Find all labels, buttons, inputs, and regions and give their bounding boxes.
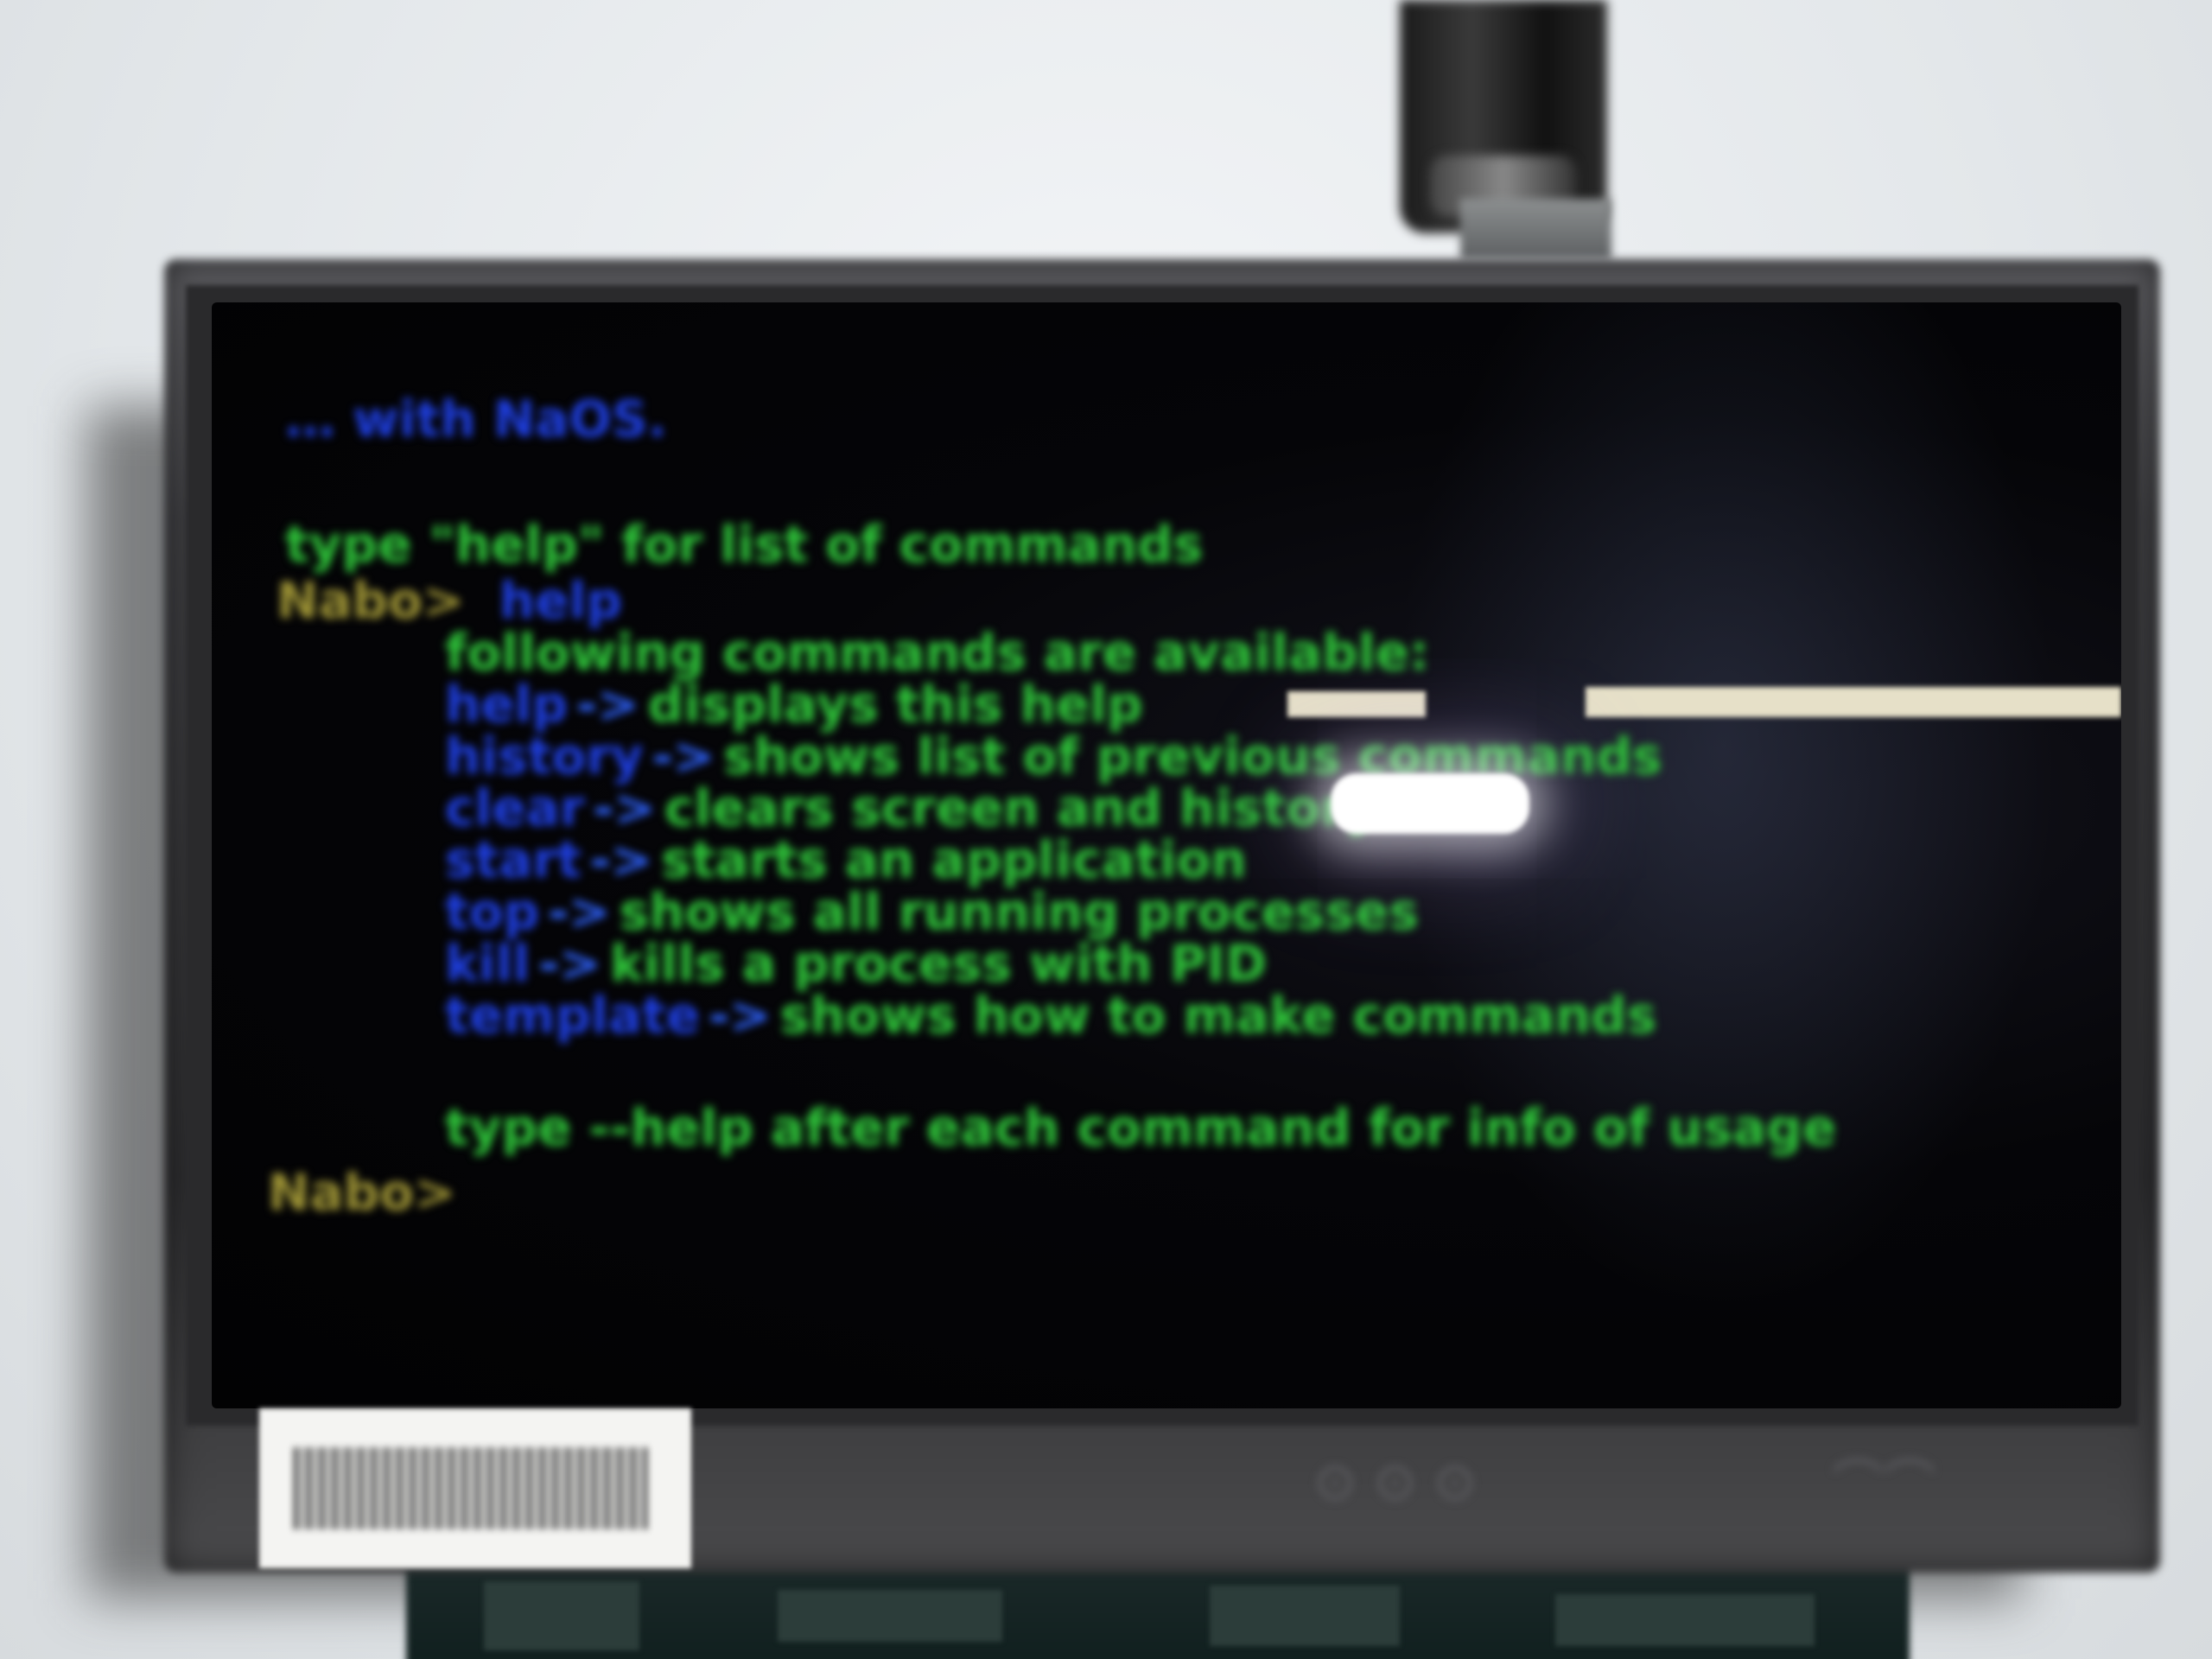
terminal-output: … with NaOS. type "help" for list of com… — [212, 302, 2121, 1408]
command-name: kill — [445, 934, 531, 993]
command-arrow: -> — [589, 830, 653, 889]
command-desc: displays this help — [647, 675, 1143, 734]
glare-reflection — [1287, 691, 1426, 717]
final-prompt: Nabo> — [268, 1163, 456, 1222]
command-name: start — [445, 830, 582, 889]
command-name: top — [445, 882, 540, 941]
pcb-component — [778, 1590, 1002, 1642]
command-row: clear -> clears screen and history — [445, 782, 1378, 834]
command-desc: starts an application — [661, 830, 1247, 889]
command-row: template -> shows how to make commands — [445, 989, 1656, 1041]
barcode-sticker-icon — [294, 1447, 648, 1529]
prompt-label: Nabo> — [276, 571, 465, 630]
command-row: start -> starts an application — [445, 834, 1247, 886]
command-name: template — [445, 986, 701, 1045]
bezel-marking: ⌒⌒ — [1832, 1455, 1936, 1516]
light-glare — [1331, 773, 1529, 834]
command-arrow: -> — [576, 675, 639, 734]
command-arrow: -> — [548, 882, 611, 941]
pcb-component — [484, 1581, 639, 1650]
command-arrow: -> — [538, 934, 601, 993]
typed-command: help — [499, 571, 622, 630]
command-arrow: -> — [709, 986, 772, 1045]
command-arrow: -> — [652, 727, 715, 785]
command-name: clear — [445, 779, 585, 837]
lcd-screen: … with NaOS. type "help" for list of com… — [212, 302, 2121, 1408]
glare-reflection — [1586, 687, 2121, 717]
command-name: help — [445, 675, 569, 734]
command-desc: shows how to make commands — [779, 986, 1657, 1045]
prompt-line: Nabo> help — [276, 575, 622, 626]
usage-line: type --help after each command for info … — [445, 1098, 1837, 1157]
photo-scene: … with NaOS. type "help" for list of com… — [0, 0, 2212, 1659]
help-intro: following commands are available: — [445, 623, 1430, 682]
hint-line: type "help" for list of commands — [285, 515, 1204, 574]
command-row: help -> displays this help — [445, 678, 1143, 730]
command-name: history — [445, 727, 644, 785]
command-arrow: -> — [593, 779, 657, 837]
welcome-line: … with NaOS. — [285, 390, 667, 448]
command-desc: clears screen and history — [664, 779, 1378, 837]
command-row: kill -> kills a process with PID — [445, 938, 1267, 989]
command-desc: shows list of previous commands — [723, 727, 1662, 785]
command-desc: kills a process with PID — [609, 934, 1267, 993]
bezel-marking: ⊙ ⊙ ⊙ — [1313, 1452, 1477, 1512]
cable-plug — [1460, 199, 1611, 259]
pcb-component — [1210, 1586, 1400, 1646]
pcb-component — [1555, 1594, 1815, 1646]
command-desc: shows all running processes — [619, 882, 1419, 941]
command-row: top -> shows all running processes — [445, 886, 1419, 938]
